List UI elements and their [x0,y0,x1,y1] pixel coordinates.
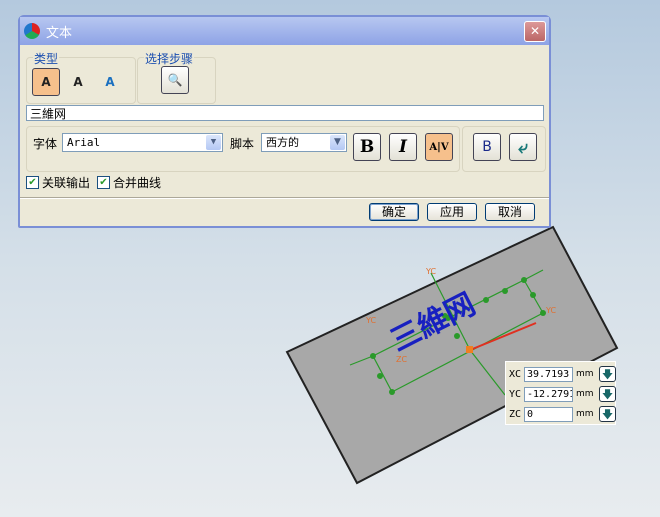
divider [20,197,549,199]
text-on-face-button[interactable]: A [96,68,124,96]
unit-label: mm [576,409,594,419]
axis-label: ZC [396,355,407,364]
text-dialog: 文本 ✕ 类型 A A A 选择步骤 🔍 三維网 字体 Arial ▼ 脚本 西方… [18,15,551,228]
selection-group-label: 选择步骤 [144,50,195,67]
xc-input[interactable]: 39.7193 [524,366,573,382]
down-arrow-icon[interactable]: 🡇 [599,386,616,402]
script-label: 脚本 [230,137,255,151]
axis-label: YC [365,316,376,325]
yc-label: YC [509,388,522,400]
axis-label: YC [425,267,436,276]
font-select[interactable]: Arial ▼ [62,133,223,152]
zc-input[interactable]: 0 [524,406,573,422]
zc-label: ZC [509,408,522,420]
cancel-button[interactable]: 取消 [485,203,535,221]
app-logo-icon [24,23,40,39]
script-select[interactable]: 西方的 ▼ [261,133,347,152]
return-arrow-button[interactable]: ⤶ [509,133,537,161]
script-value: 西方的 [266,136,299,149]
checkbox-label: 合并曲线 [113,176,162,190]
unit-label: mm [576,389,594,399]
font-value: Arial [67,136,101,149]
ok-button[interactable]: 确定 [369,203,419,221]
checkbox-icon[interactable]: ✔ [97,176,110,189]
unit-label: mm [576,369,594,379]
close-button[interactable]: ✕ [524,21,546,42]
axis-label: YC [545,306,556,315]
checkbox-label: 关联输出 [42,176,91,190]
italic-button[interactable]: I [389,133,417,161]
text-input[interactable]: 三維网 [26,105,544,121]
kerning-button[interactable]: A|V [425,133,453,161]
bold-button[interactable]: B [353,133,381,161]
type-group: 类型 A A A [26,50,136,104]
apply-button[interactable]: 应用 [427,203,477,221]
text-on-curve-button[interactable]: A [64,68,92,96]
magnifier-icon[interactable]: 🔍 [161,66,189,94]
selection-group: 选择步骤 🔍 [137,50,216,104]
dialog-titlebar[interactable]: 文本 [20,17,549,45]
coordinate-input-panel: XC 39.7193 mm 🡇 YC -12.2791 mm 🡇 ZC 0 mm 🡇 [505,361,616,425]
sheet-plane [285,225,619,485]
origin-handle[interactable] [466,346,473,353]
down-arrow-icon[interactable]: 🡇 [599,406,616,422]
chevron-down-icon: ▼ [206,135,221,150]
font-label: 字体 [33,137,58,151]
checkbox-icon[interactable]: ✔ [26,176,39,189]
chevron-down-icon: ▼ [330,135,345,150]
planar-text-button[interactable]: A [32,68,60,96]
down-arrow-icon[interactable]: 🡇 [599,366,616,382]
dialog-title: 文本 [46,25,73,41]
xc-label: XC [509,368,522,380]
frame-text-button[interactable]: B [473,133,501,161]
type-group-label: 类型 [33,50,60,67]
yc-input[interactable]: -12.2791 [524,386,573,402]
associative-output-checkbox[interactable]: ✔ 关联输出 [26,174,90,191]
merge-curves-checkbox[interactable]: ✔ 合并曲线 [97,174,161,191]
